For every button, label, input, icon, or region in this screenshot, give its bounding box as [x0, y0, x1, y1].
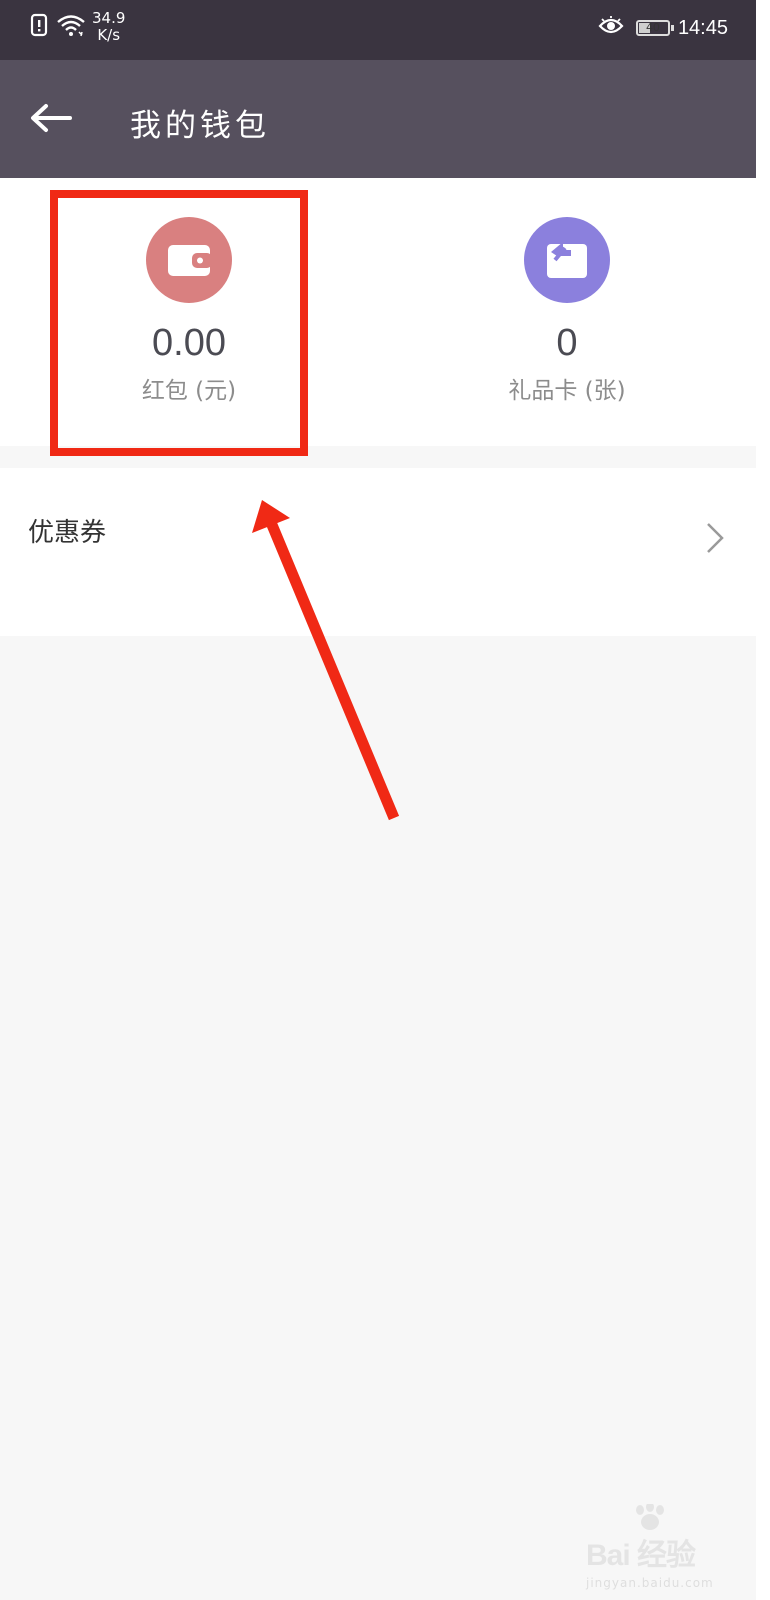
coupon-label: 优惠券: [28, 518, 107, 548]
paw-icon: [630, 1502, 672, 1538]
chevron-right-icon: [704, 520, 726, 556]
back-arrow-icon: [26, 104, 76, 142]
wallet-icon: [146, 217, 232, 303]
speed-unit: K/s: [97, 26, 121, 44]
battery-icon: 40: [635, 20, 674, 36]
battery-tip: [670, 25, 674, 31]
speed-value: 34.9: [92, 9, 126, 27]
gift-card-label: 礼品卡 (张): [508, 378, 626, 404]
wallet-section: 0.00 红包 (元) 0 礼品卡 (张): [0, 178, 756, 446]
watermark-subtext: jingyan.baidu.com: [586, 1576, 714, 1590]
back-button[interactable]: [26, 98, 76, 138]
eye-icon: [598, 16, 624, 40]
app-header: 我的钱包: [0, 60, 756, 178]
sim-alert-icon: [30, 13, 48, 41]
gift-card-value: 0: [556, 322, 578, 364]
baidu-watermark: Bai 经验 jingyan.baidu.com: [586, 1502, 736, 1590]
status-bar: 34.9 K/s 40 14:45: [0, 0, 756, 60]
gift-card-icon: [524, 217, 610, 303]
wifi-icon: [56, 13, 86, 41]
red-packet-label: 红包 (元): [141, 378, 237, 404]
gift-card-item[interactable]: 0 礼品卡 (张): [378, 178, 756, 446]
red-packet-value: 0.00: [152, 322, 226, 364]
coupon-row[interactable]: 优惠券: [0, 468, 756, 636]
red-packet-item[interactable]: 0.00 红包 (元): [0, 178, 378, 446]
status-left: 34.9 K/s: [30, 10, 125, 44]
right-edge: [756, 0, 770, 1600]
status-right: 40 14:45: [598, 16, 728, 40]
network-speed: 34.9 K/s: [92, 10, 125, 44]
battery-level: 40: [645, 21, 660, 34]
clock: 14:45: [677, 16, 728, 39]
page-title: 我的钱包: [130, 108, 270, 144]
